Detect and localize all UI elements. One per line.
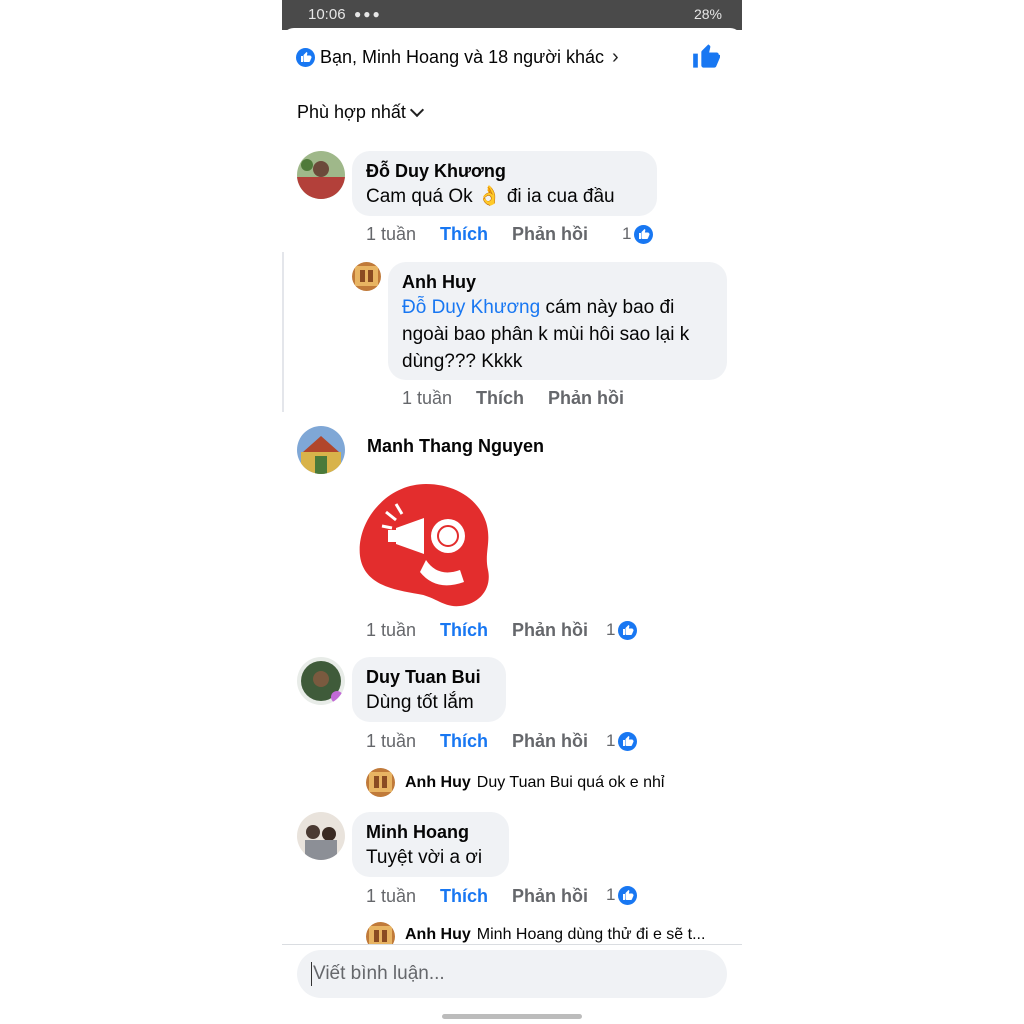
reactions-summary-text: Bạn, Minh Hoang và 18 người khác xyxy=(320,46,605,67)
status-time: 10:06 xyxy=(308,6,346,23)
comment-input-placeholder: Viết bình luận... xyxy=(313,963,445,984)
reactions-summary[interactable]: Bạn, Minh Hoang và 18 người khác › xyxy=(296,44,619,70)
home-indicator[interactable] xyxy=(442,1014,582,1019)
comment-time: 1 tuần xyxy=(366,886,417,906)
reply-preview-author: Anh Huy xyxy=(405,926,471,943)
comment-actions: 1 tuần Thích Phản hồi xyxy=(366,620,612,641)
reaction-count[interactable]: 1 xyxy=(606,885,638,905)
reaction-count-value: 1 xyxy=(606,885,616,904)
messenger-icons: ●●● xyxy=(354,7,382,21)
like-reaction-icon xyxy=(296,47,315,67)
like-button[interactable]: Thích xyxy=(440,620,488,641)
megaphone-sticker xyxy=(359,484,489,607)
comment-author[interactable]: Đỗ Duy Khương xyxy=(366,159,643,183)
comment-actions: 1 tuần Thích Phản hồi xyxy=(366,886,612,907)
status-bar: 10:06 ●●● 28% xyxy=(282,0,742,30)
reply-bubble[interactable]: Anh Huy Đỗ Duy Khương cám này bao đi ngo… xyxy=(388,262,727,380)
comment-text: Tuyệt vời a ơi xyxy=(366,847,483,868)
comment-author[interactable]: Duy Tuan Bui xyxy=(366,665,492,689)
like-reaction-icon xyxy=(634,224,654,244)
thread-line xyxy=(282,252,284,412)
like-button[interactable]: Thích xyxy=(440,224,488,245)
like-thumb-icon[interactable] xyxy=(692,42,720,70)
phone-screen: 10:06 ●●● 28% Bạn, Minh Hoang và 18 ngườ… xyxy=(282,0,742,1024)
reply-time: 1 tuần xyxy=(402,388,453,408)
reply-button[interactable]: Phản hồi xyxy=(512,620,588,641)
reply-preview-text: Minh Hoang dùng thử đi e sẽ t... xyxy=(476,926,706,943)
status-battery: 28% xyxy=(693,6,722,22)
avatar[interactable] xyxy=(352,262,381,291)
comment-author[interactable]: Minh Hoang xyxy=(366,820,495,844)
reply-preview-text: Duy Tuan Bui quá ok e nhỉ xyxy=(476,773,665,791)
chevron-right-icon: › xyxy=(612,45,619,68)
reply-preview[interactable]: Anh Huy Duy Tuan Bui quá ok e nhỉ xyxy=(366,768,664,797)
comment-text: Cam quá Ok 👌 đi ia cua đầu xyxy=(366,186,615,207)
reaction-count-value: 1 xyxy=(606,620,616,639)
reply-button[interactable]: Phản hồi xyxy=(548,388,624,409)
avatar xyxy=(366,768,395,797)
avatar[interactable] xyxy=(297,426,345,474)
sort-dropdown[interactable]: Phù hợp nhất xyxy=(297,102,424,123)
comment-time: 1 tuần xyxy=(366,224,417,244)
avatar xyxy=(366,922,395,944)
comment-text: Dùng tốt lắm xyxy=(366,692,474,713)
reaction-count[interactable]: 1 xyxy=(606,620,638,640)
reply-author[interactable]: Anh Huy xyxy=(402,270,713,294)
like-reaction-icon xyxy=(618,731,638,751)
like-button[interactable]: Thích xyxy=(440,886,488,907)
comment-actions: 1 tuần Thích Phản hồi xyxy=(366,731,612,752)
chevron-down-icon xyxy=(409,102,424,118)
reaction-count-value: 1 xyxy=(622,224,632,243)
sort-label: Phù hợp nhất xyxy=(297,102,406,122)
comment-time: 1 tuần xyxy=(366,620,417,640)
comment-bubble[interactable]: Duy Tuan Bui Dùng tốt lắm xyxy=(352,657,506,722)
text-caret xyxy=(311,962,312,986)
comment-author[interactable]: Manh Thang Nguyen xyxy=(367,434,544,458)
reaction-count-value: 1 xyxy=(606,731,616,750)
avatar[interactable] xyxy=(297,812,345,860)
like-reaction-icon xyxy=(618,885,638,905)
comments-sheet: Bạn, Minh Hoang và 18 người khác › Phù h… xyxy=(282,28,742,1024)
like-button[interactable]: Thích xyxy=(440,731,488,752)
avatar[interactable] xyxy=(297,657,345,705)
comment-time: 1 tuần xyxy=(366,731,417,751)
reply-button[interactable]: Phản hồi xyxy=(512,886,588,907)
comment-bubble[interactable]: Minh Hoang Tuyệt vời a ơi xyxy=(352,812,509,877)
comment-actions: 1 tuần Thích Phản hồi xyxy=(366,224,612,245)
reaction-count[interactable]: 1 xyxy=(606,731,638,751)
reply-preview[interactable]: Anh Huy Minh Hoang dùng thử đi e sẽ t... xyxy=(366,922,705,944)
avatar[interactable] xyxy=(297,151,345,199)
composer-divider xyxy=(282,944,742,945)
reply-button[interactable]: Phản hồi xyxy=(512,731,588,752)
comment-bubble[interactable]: Đỗ Duy Khương Cam quá Ok 👌 đi ia cua đầu xyxy=(352,151,657,216)
reply-preview-author: Anh Huy xyxy=(405,773,471,791)
like-reaction-icon xyxy=(618,620,638,640)
mention-link[interactable]: Đỗ Duy Khương xyxy=(402,297,540,318)
reaction-count[interactable]: 1 xyxy=(622,224,654,244)
like-button[interactable]: Thích xyxy=(476,388,524,409)
comment-input[interactable]: Viết bình luận... xyxy=(297,950,727,998)
reply-button[interactable]: Phản hồi xyxy=(512,224,588,245)
reply-actions: 1 tuần Thích Phản hồi xyxy=(402,388,648,409)
reply-text: Đỗ Duy Khương cám này bao đi ngoài bao p… xyxy=(402,294,713,375)
